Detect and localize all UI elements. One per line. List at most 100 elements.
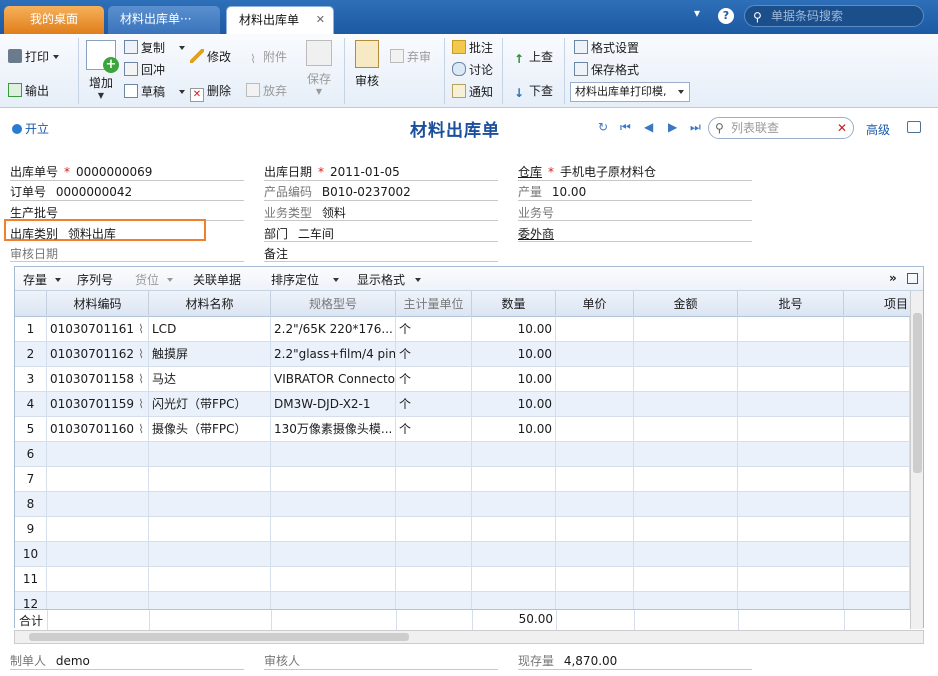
cell-spec[interactable]: 130万像素摄像头模... — [271, 417, 396, 442]
cell-name[interactable] — [149, 592, 271, 609]
cell-name[interactable] — [149, 467, 271, 492]
table-row[interactable]: 11 — [15, 567, 910, 592]
audit-button[interactable]: 审核 — [350, 40, 384, 89]
cell-price[interactable] — [556, 517, 634, 542]
cell-code[interactable] — [47, 442, 149, 467]
cell-code[interactable]: 01030701158 — [47, 367, 149, 392]
cell-name[interactable] — [149, 517, 271, 542]
cell-name[interactable]: LCD — [149, 317, 271, 342]
chevron-down-icon[interactable]: ▾ — [694, 6, 700, 20]
dept-value[interactable]: 二车间 — [298, 227, 334, 241]
discuss-button[interactable]: 讨论 — [452, 61, 493, 79]
delete-button[interactable]: ✕ 删除 — [190, 82, 231, 102]
col-unit[interactable]: 主计量单位 — [396, 291, 472, 317]
cell-spec[interactable] — [271, 442, 396, 467]
cell-project[interactable] — [844, 317, 910, 342]
save-format-button[interactable]: 保存格式 — [574, 61, 639, 79]
advanced-link[interactable]: 高级 — [866, 121, 890, 138]
cell-code[interactable] — [47, 592, 149, 609]
cell-amount[interactable] — [634, 342, 738, 367]
cell-amount[interactable] — [634, 542, 738, 567]
cell-spec[interactable]: VIBRATOR Connector — [271, 367, 396, 392]
col-price[interactable]: 单价 — [556, 291, 634, 317]
fullscreen-icon[interactable] — [907, 273, 918, 284]
cell-code[interactable] — [47, 517, 149, 542]
cell-batch[interactable] — [738, 342, 844, 367]
cell-spec[interactable] — [271, 542, 396, 567]
grid-tool-related-bill[interactable]: 关联单据 — [193, 271, 241, 288]
grid-tool-stock[interactable]: 存量 — [23, 271, 62, 288]
cell-batch[interactable] — [738, 467, 844, 492]
cell-batch[interactable] — [738, 317, 844, 342]
format-setting-button[interactable]: 格式设置 — [574, 39, 639, 57]
cell-qty[interactable]: 10.00 — [472, 367, 556, 392]
cell-name[interactable]: 闪光灯（带FPC） — [149, 392, 271, 417]
cell-code[interactable]: 01030701159 — [47, 392, 149, 417]
out-no-value[interactable]: 0000000069 — [76, 165, 152, 179]
annotate-button[interactable]: 批注 — [452, 39, 493, 57]
cell-unit[interactable] — [396, 592, 472, 609]
cell-spec[interactable] — [271, 492, 396, 517]
col-code[interactable]: 材料编码 — [47, 291, 149, 317]
barcode-search-input[interactable]: ⚲ 单据条码搜索 — [744, 5, 924, 27]
paperclip-icon[interactable]: ⌇ — [138, 317, 144, 342]
grid-tool-display-format[interactable]: 显示格式 — [357, 271, 422, 288]
attach-button[interactable]: ⌇ 附件 — [246, 48, 287, 66]
cell-spec[interactable]: 2.2"glass+film/4 pin... — [271, 342, 396, 367]
cell-qty[interactable] — [472, 592, 556, 609]
col-batch[interactable]: 批号 — [738, 291, 844, 317]
cell-qty[interactable] — [472, 492, 556, 517]
tab-my-desktop[interactable]: 我的桌面 — [4, 6, 104, 34]
print-template-select[interactable]: 材料出库单打印模, — [570, 82, 690, 102]
print-button[interactable]: 打印 — [8, 48, 60, 66]
grid-tool-sort[interactable]: 排序定位 — [271, 271, 340, 288]
table-row[interactable]: 10 — [15, 542, 910, 567]
grid-tool-serial[interactable]: 序列号 — [77, 271, 113, 288]
warehouse-value[interactable]: 手机电子原材料仓 — [560, 165, 656, 179]
cell-project[interactable] — [844, 417, 910, 442]
cell-amount[interactable] — [634, 442, 738, 467]
cell-spec[interactable] — [271, 517, 396, 542]
cell-unit[interactable]: 个 — [396, 417, 472, 442]
paperclip-icon[interactable]: ⌇ — [138, 367, 144, 392]
table-row[interactable]: 12 — [15, 592, 910, 609]
cell-batch[interactable] — [738, 417, 844, 442]
modify-button[interactable]: 修改 — [190, 48, 231, 66]
cell-amount[interactable] — [634, 392, 738, 417]
cell-unit[interactable] — [396, 517, 472, 542]
table-row[interactable]: 5 01030701160 ⌇ 摄像头（带FPC） 130万像素摄像头模... 个 10.0… — [15, 417, 910, 442]
last-record-icon[interactable]: ⏭ — [690, 120, 701, 135]
cell-project[interactable] — [844, 467, 910, 492]
cell-code[interactable]: 01030701160 — [47, 417, 149, 442]
cell-unit[interactable]: 个 — [396, 392, 472, 417]
paperclip-icon[interactable]: ⌇ — [138, 417, 144, 442]
cell-price[interactable] — [556, 417, 634, 442]
cell-name[interactable] — [149, 442, 271, 467]
list-view-icon[interactable] — [907, 121, 921, 133]
cell-name[interactable] — [149, 542, 271, 567]
cell-qty[interactable]: 10.00 — [472, 342, 556, 367]
cell-batch[interactable] — [738, 392, 844, 417]
close-icon[interactable]: ✕ — [316, 7, 325, 33]
cell-batch[interactable] — [738, 367, 844, 392]
cell-spec[interactable] — [271, 567, 396, 592]
cell-amount[interactable] — [634, 517, 738, 542]
table-row[interactable]: 8 — [15, 492, 910, 517]
order-no-value[interactable]: 0000000042 — [56, 185, 132, 199]
cell-batch[interactable] — [738, 442, 844, 467]
cell-qty[interactable]: 10.00 — [472, 317, 556, 342]
cell-name[interactable]: 马达 — [149, 367, 271, 392]
list-assoc-search-input[interactable]: ⚲ 列表联查 ✕ — [708, 117, 854, 139]
cell-unit[interactable] — [396, 492, 472, 517]
cell-amount[interactable] — [634, 592, 738, 609]
cell-amount[interactable] — [634, 417, 738, 442]
cell-spec[interactable]: 2.2"/65K 220*176... — [271, 317, 396, 342]
table-row[interactable]: 3 01030701158 ⌇ 马达 VIBRATOR Connector 个 10.00 — [15, 367, 910, 392]
table-row[interactable]: 1 01030701161 ⌇ LCD 2.2"/65K 220*176... 个 10.0… — [15, 317, 910, 342]
cell-project[interactable] — [844, 517, 910, 542]
cell-spec[interactable] — [271, 467, 396, 492]
cell-batch[interactable] — [738, 542, 844, 567]
cell-unit[interactable] — [396, 567, 472, 592]
cell-batch[interactable] — [738, 592, 844, 609]
cell-project[interactable] — [844, 367, 910, 392]
